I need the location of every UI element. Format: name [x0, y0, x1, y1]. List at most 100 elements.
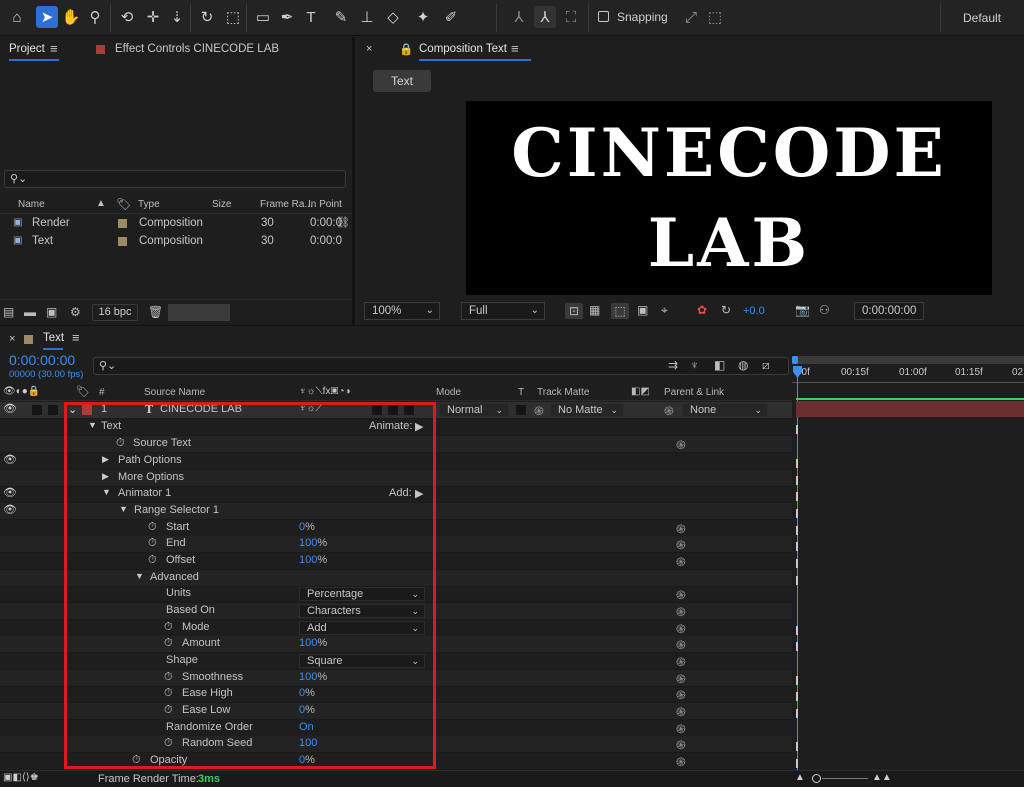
tab-effect-controls[interactable]: Effect Controls CINECODE LAB — [115, 43, 279, 55]
layer-row[interactable]: 👁 ⌄ 1 T CINECODE LAB ♆☼⟋ Normal ⌄ ֍ No Ma… — [0, 402, 792, 419]
stopwatch-icon[interactable]: ⏱ — [164, 687, 173, 700]
snapping-checkbox[interactable] — [598, 11, 609, 22]
chevron-right-icon[interactable]: ▶ — [102, 454, 109, 465]
col-size[interactable]: Size — [212, 199, 231, 210]
axis-view-icon[interactable]: ⛶ — [560, 6, 582, 28]
property-row-animator[interactable]: 👁 ▼ Animator 1 Add: ▶ — [0, 486, 792, 503]
label-tag-icon[interactable]: 🏷 — [116, 197, 131, 211]
pickwhip-icon[interactable]: ֍ — [676, 553, 686, 570]
sort-up-icon[interactable]: ▲ — [96, 198, 106, 209]
chevron-down-icon[interactable]: ⌄ — [68, 403, 77, 416]
time-ruler[interactable]: 00f 00:15f 01:00f 01:15f 02 — [792, 352, 1024, 404]
audio-toggle[interactable] — [32, 405, 42, 415]
track-matte-dropdown[interactable]: No Matte ⌄ — [550, 403, 624, 417]
switch-box[interactable] — [388, 405, 398, 415]
project-row-text[interactable]: ▣ Text Composition 30 0:00:0 — [0, 233, 352, 251]
visibility-eye-icon[interactable]: 👁 — [3, 453, 17, 466]
new-composition-icon[interactable]: ▣ — [46, 305, 57, 319]
pan-icon[interactable]: ✛ — [142, 6, 164, 28]
tab-timeline[interactable]: Text — [43, 332, 64, 344]
blend-mode-dropdown[interactable]: Normal ⌄ — [439, 403, 509, 417]
pickwhip-icon[interactable]: ֍ — [676, 670, 686, 687]
bpc-button[interactable]: 16 bpc — [92, 304, 138, 321]
property-row-smoothness[interactable]: ⏱ Smoothness 100% ֍ — [0, 670, 792, 687]
label-tag-icon[interactable]: 🏷 — [76, 385, 90, 398]
pen-icon[interactable]: ✒ — [276, 6, 298, 28]
layer-switches[interactable]: ♆☼⟋ — [299, 403, 323, 414]
parent-dropdown[interactable]: None ⌄ — [682, 403, 768, 417]
timeline-timecode[interactable]: 0:00:00:00 — [9, 352, 75, 368]
type-icon[interactable]: T — [300, 6, 322, 28]
close-tab-icon[interactable]: × — [9, 333, 15, 345]
fast-preview-icon[interactable]: ⊡ — [565, 303, 583, 319]
layer-duration-bar[interactable] — [796, 401, 1024, 417]
pickwhip-icon[interactable]: ֍ — [676, 653, 686, 670]
property-row-advanced[interactable]: ▼ Advanced — [0, 570, 792, 587]
property-row-based-on[interactable]: Based On Characters ⌄ ֍ — [0, 603, 792, 620]
property-row-source-text[interactable]: ⏱ Source Text ֍ — [0, 436, 792, 453]
property-row-ease-low[interactable]: ⏱ Ease Low 0% ֍ — [0, 703, 792, 720]
dolly-icon[interactable]: ⇣ — [166, 6, 188, 28]
snapshot-camera-icon[interactable]: 📷 — [795, 303, 810, 317]
chevron-down-icon[interactable]: ▼ — [102, 487, 111, 497]
property-value[interactable]: On — [299, 721, 314, 733]
chevron-right-icon[interactable]: ▶ — [102, 471, 109, 482]
stopwatch-icon[interactable]: ⏱ — [148, 537, 157, 550]
property-row-start[interactable]: ⏱ Start 0% ֍ — [0, 520, 792, 537]
property-row-shape[interactable]: Shape Square ⌄ ֍ — [0, 653, 792, 670]
pickwhip-icon[interactable]: ֍ — [676, 736, 686, 753]
property-row-range-selector[interactable]: 👁 ▼ Range Selector 1 — [0, 503, 792, 520]
hand-icon[interactable]: ✋ — [60, 6, 82, 28]
chevron-down-icon[interactable]: ▼ — [135, 571, 144, 581]
grid-guides-icon[interactable]: ⌖ — [661, 303, 668, 318]
panel-menu-icon[interactable]: ≡ — [72, 330, 80, 345]
color-channel-icon[interactable]: ✿ — [697, 303, 707, 317]
property-row-random-seed[interactable]: ⏱ Random Seed 100 ֍ — [0, 736, 792, 753]
puppet-icon[interactable]: ✐ — [440, 6, 462, 28]
transparency-grid-icon[interactable]: ▦ — [589, 303, 600, 317]
play-circle-icon[interactable]: ▶ — [415, 487, 423, 500]
property-row-randomize-order[interactable]: Randomize Order On ֍ — [0, 720, 792, 737]
pickwhip-icon[interactable]: ֍ — [676, 720, 686, 737]
property-row-end[interactable]: ⏱ End 100% ֍ — [0, 536, 792, 553]
resolution-dropdown[interactable]: Full ⌄ — [461, 302, 545, 320]
mask-visibility-icon[interactable]: ⬚ — [611, 303, 629, 319]
visibility-eye-icon[interactable]: 👁 — [3, 503, 17, 516]
show-snapshot-icon[interactable]: ⚇ — [819, 303, 830, 317]
property-row-opacity[interactable]: ⏱ Opacity 0% ֍ — [0, 753, 792, 770]
units-dropdown[interactable]: Percentage ⌄ — [299, 587, 425, 601]
zoom-dropdown[interactable]: 100% ⌄ — [364, 302, 440, 320]
pickwhip-icon[interactable]: ֍ — [676, 520, 686, 537]
interpret-footage-icon[interactable]: ▤ — [3, 305, 14, 319]
col-track-matte[interactable]: Track Matte — [537, 387, 589, 398]
axis-world-icon[interactable]: ⅄ — [534, 6, 556, 28]
comp-mini-flowchart-icon[interactable]: ⇉ — [668, 358, 678, 372]
stopwatch-icon[interactable]: ⏱ — [148, 554, 157, 567]
shy-layers-icon[interactable]: ◧ — [714, 358, 725, 372]
project-settings-icon[interactable]: ⚙ — [70, 305, 81, 319]
rectangle-icon[interactable]: ▭ — [252, 6, 274, 28]
stopwatch-icon[interactable]: ⏱ — [164, 637, 173, 650]
pickwhip-icon[interactable]: ֍ — [676, 636, 686, 653]
pickwhip-icon[interactable]: ֍ — [676, 586, 686, 603]
stopwatch-icon[interactable]: ⏱ — [116, 437, 125, 450]
switch-box[interactable] — [404, 405, 414, 415]
zoom-slider-handle[interactable] — [812, 774, 821, 783]
visibility-eye-icon[interactable]: 👁 — [3, 486, 17, 499]
reset-exposure-icon[interactable]: ↻ — [721, 303, 731, 317]
property-row-offset[interactable]: ⏱ Offset 100% ֍ — [0, 553, 792, 570]
add-menu[interactable]: Add: — [389, 487, 412, 499]
new-folder-icon[interactable]: ▬ — [24, 305, 36, 319]
property-row-mode[interactable]: ⏱ Mode Add ⌄ ֍ — [0, 620, 792, 637]
col-mode[interactable]: Mode — [436, 387, 461, 398]
snap-features-icon[interactable]: ⬚ — [704, 6, 726, 28]
graph-editor-icon[interactable]: ⧄ — [762, 358, 770, 373]
solo-toggle[interactable] — [48, 405, 58, 415]
work-area-bar[interactable] — [792, 356, 1024, 364]
zoom-slider-track[interactable] — [822, 778, 868, 779]
trash-icon[interactable]: 🗑 — [148, 305, 163, 319]
draft-3d-icon[interactable]: ♆ — [690, 358, 699, 372]
selection-arrow-icon[interactable]: ➤ — [36, 6, 58, 28]
parent-pickwhip-icon[interactable]: ֍ — [664, 402, 674, 419]
col-type[interactable]: Type — [138, 199, 160, 210]
